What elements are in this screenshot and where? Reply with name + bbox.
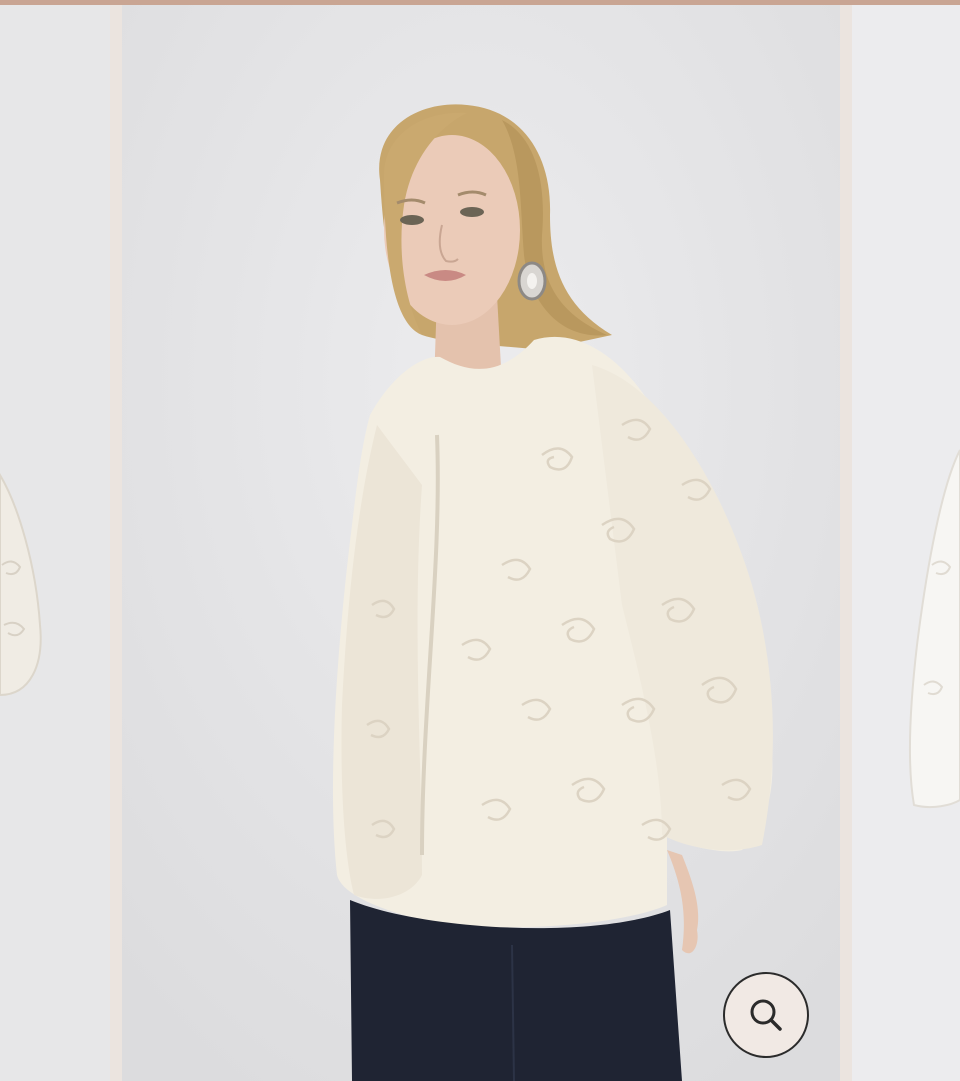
product-image-carousel[interactable] bbox=[0, 5, 960, 1081]
product-gallery-page bbox=[0, 0, 960, 1081]
magnifier-icon bbox=[746, 995, 786, 1035]
next-product-image bbox=[852, 5, 960, 1081]
carousel-slide-previous[interactable] bbox=[0, 5, 110, 1081]
zoom-button[interactable] bbox=[723, 972, 809, 1058]
previous-product-image bbox=[0, 5, 110, 1081]
current-product-image bbox=[122, 5, 840, 1081]
carousel-slide-next[interactable] bbox=[852, 5, 960, 1081]
carousel-slide-current[interactable] bbox=[122, 5, 840, 1081]
